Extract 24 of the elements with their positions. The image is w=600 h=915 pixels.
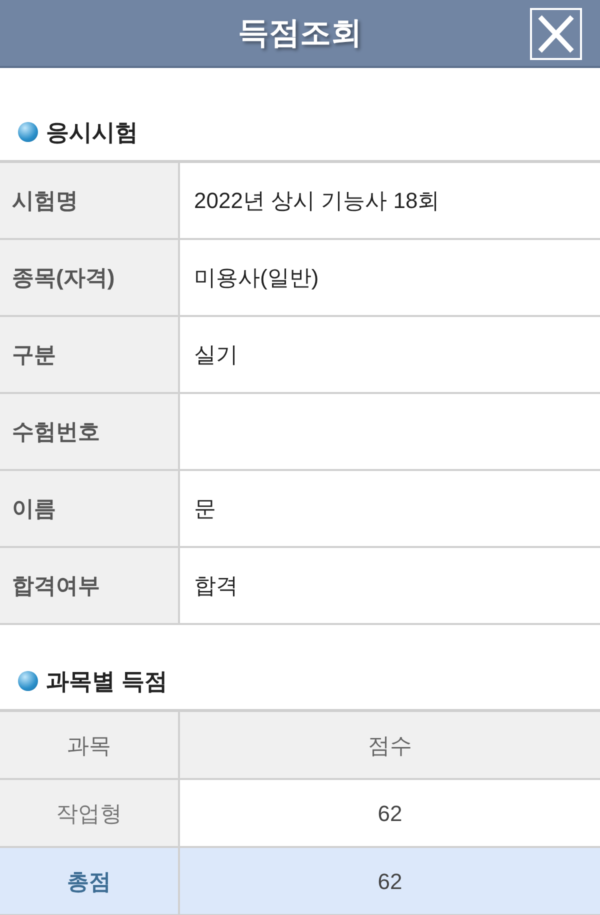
- field-label: 종목(자격): [0, 240, 180, 315]
- section-title: 과목별 득점: [46, 666, 168, 696]
- close-button[interactable]: [530, 8, 582, 60]
- subject-cell: 총점: [0, 848, 180, 914]
- field-label: 수험번호: [0, 394, 180, 469]
- field-label: 시험명: [0, 163, 180, 238]
- column-header: 과목: [0, 712, 180, 778]
- field-value: 미용사(일반): [194, 264, 319, 292]
- page-title: 득점조회: [238, 14, 362, 52]
- field-label: 이름: [0, 471, 180, 546]
- field-value: 실기: [194, 341, 238, 369]
- subject-cell: 작업형: [0, 780, 180, 846]
- score-cell-text: 62: [376, 868, 404, 896]
- field-value: 합격: [194, 572, 238, 600]
- field-label: 합격여부: [0, 548, 180, 623]
- field-value: 문: [194, 495, 216, 523]
- close-icon: [536, 14, 576, 54]
- bullet-icon: [18, 122, 38, 142]
- bullet-icon: [18, 671, 38, 691]
- section-title: 응시시험: [46, 118, 138, 147]
- column-header: 점수: [367, 732, 413, 760]
- score-cell-text: 62: [376, 800, 404, 828]
- field-value: 2022년 상시 기능사 18회: [194, 187, 440, 215]
- field-label: 구분: [0, 317, 180, 392]
